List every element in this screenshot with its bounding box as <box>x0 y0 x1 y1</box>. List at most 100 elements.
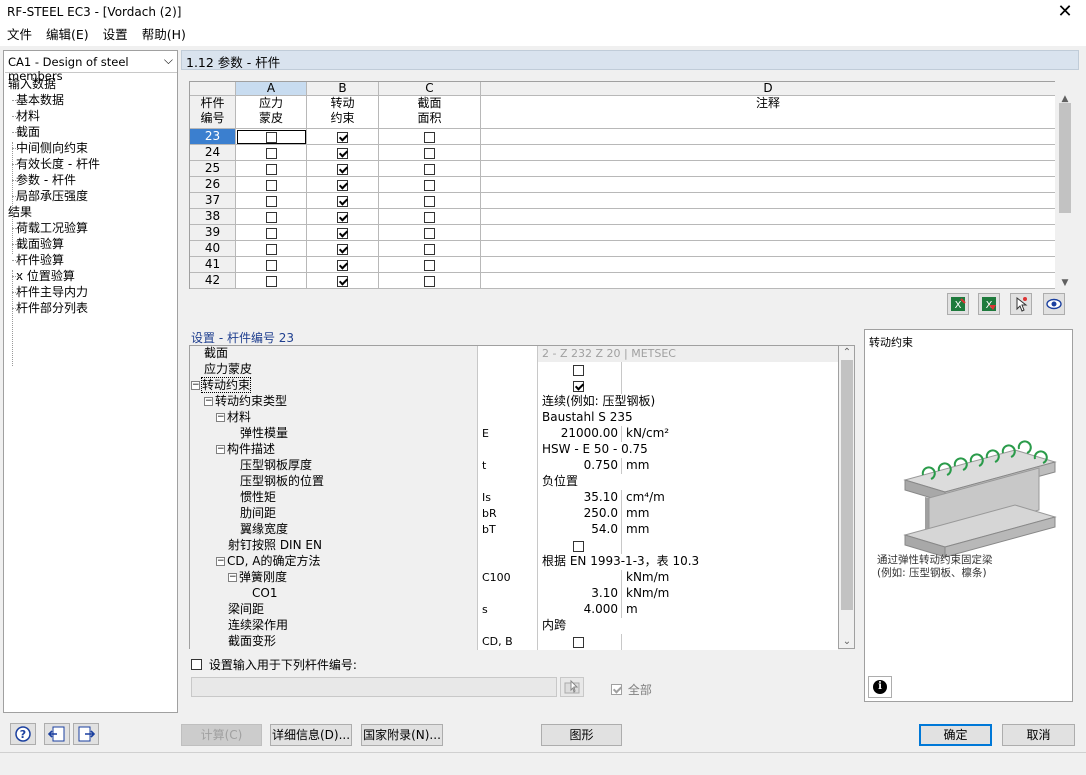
scroll-down-icon[interactable]: ▼ <box>1057 278 1073 288</box>
checkbox-a[interactable] <box>265 228 277 239</box>
comment-cell[interactable] <box>481 209 1055 225</box>
checkbox-a[interactable] <box>265 244 277 255</box>
excel-export-icon[interactable]: X <box>947 293 969 315</box>
checkbox-a[interactable] <box>265 276 277 287</box>
checkbox-b[interactable] <box>337 212 348 223</box>
checkbox-a[interactable] <box>265 260 277 271</box>
apply-to-members-checkbox[interactable] <box>191 659 202 670</box>
info-button[interactable]: i <box>868 676 892 698</box>
property-checkbox[interactable] <box>572 365 584 376</box>
checkbox-a[interactable] <box>265 212 277 223</box>
checkbox-c[interactable] <box>424 196 435 207</box>
tree-item-design-by-member[interactable]: 杆件验算 <box>11 252 64 268</box>
excel-import-icon[interactable]: X <box>978 293 1000 315</box>
property-checkbox[interactable] <box>572 637 584 648</box>
checkbox-a[interactable] <box>265 164 277 175</box>
row-number[interactable]: 24 <box>190 145 236 161</box>
checkbox-a[interactable] <box>265 148 277 159</box>
apply-members-input[interactable] <box>191 677 557 697</box>
tree-item-parameters-members[interactable]: 参数 - 杆件 <box>12 172 76 188</box>
row-number[interactable]: 37 <box>190 193 236 209</box>
checkbox-a[interactable] <box>265 132 277 143</box>
comment-cell[interactable] <box>481 129 1055 145</box>
select-pick-icon[interactable] <box>1010 293 1032 315</box>
checkbox-c[interactable] <box>424 164 435 175</box>
comment-cell[interactable] <box>481 273 1055 289</box>
details-button[interactable]: 详细信息(D)... <box>270 724 352 746</box>
checkbox-b[interactable] <box>337 132 348 143</box>
comment-cell[interactable] <box>481 193 1055 209</box>
checkbox-b[interactable] <box>337 148 348 159</box>
property-value[interactable]: 根据 EN 1993-1-3，表 10.3 <box>538 554 838 570</box>
tree-item-governing-forces[interactable]: 杆件主导内力 <box>11 284 88 300</box>
property-value[interactable]: Baustahl S 235 <box>538 410 838 426</box>
collapse-icon[interactable]: − <box>216 445 225 454</box>
checkbox-b[interactable] <box>337 196 348 207</box>
checkbox-b[interactable] <box>337 244 348 255</box>
tree-group-input[interactable]: 输入数据 <box>8 76 56 92</box>
row-number[interactable]: 42 <box>190 273 236 289</box>
graphics-button[interactable]: 图形 <box>541 724 622 746</box>
tree-group-results[interactable]: 结果 <box>8 204 32 220</box>
comment-cell[interactable] <box>481 225 1055 241</box>
property-value[interactable]: 负位置 <box>538 474 838 490</box>
checkbox-c[interactable] <box>424 212 435 223</box>
cancel-button[interactable]: 取消 <box>1002 724 1075 746</box>
checkbox-c[interactable] <box>424 276 435 287</box>
checkbox-c[interactable] <box>424 260 435 271</box>
scroll-down-icon[interactable]: ⌄ <box>839 636 855 647</box>
tree-item-design-by-section[interactable]: 截面验算 <box>11 236 64 252</box>
property-value[interactable]: 35.10 <box>538 490 622 506</box>
tree-item-effective-lengths[interactable]: 有效长度 - 杆件 <box>12 156 100 172</box>
menu-edit[interactable]: 编辑(E) <box>39 26 96 44</box>
checkbox-c[interactable] <box>424 132 435 143</box>
checkbox-b[interactable] <box>337 164 348 175</box>
tree-item-local-bearing[interactable]: 局部承压强度 <box>11 188 88 204</box>
tree-item-materials[interactable]: 材料 <box>11 108 40 124</box>
checkbox-b[interactable] <box>337 228 348 239</box>
table-scrollbar[interactable]: ▲ ▼ <box>1057 94 1073 288</box>
column-letter-c[interactable]: C <box>379 82 481 96</box>
tree-item-design-by-lc[interactable]: 荷载工况验算 <box>11 220 88 236</box>
scroll-up-icon[interactable]: ⌃ <box>839 347 855 358</box>
row-number[interactable]: 25 <box>190 161 236 177</box>
property-value[interactable]: 3.10 <box>538 586 622 602</box>
checkbox-b[interactable] <box>337 260 348 271</box>
row-number[interactable]: 23 <box>190 129 236 145</box>
collapse-icon[interactable]: − <box>228 573 237 582</box>
menu-file[interactable]: 文件 <box>0 26 39 44</box>
view-eye-icon[interactable] <box>1043 293 1065 315</box>
property-value[interactable]: 4.000 <box>538 602 622 618</box>
checkbox-a[interactable] <box>265 196 277 207</box>
column-letter-b[interactable]: B <box>307 82 379 96</box>
comment-cell[interactable] <box>481 241 1055 257</box>
checkbox-b[interactable] <box>337 180 348 191</box>
row-number[interactable]: 39 <box>190 225 236 241</box>
property-value[interactable]: 250.0 <box>538 506 622 522</box>
menu-help[interactable]: 帮助(H) <box>135 26 193 44</box>
comment-cell[interactable] <box>481 257 1055 273</box>
settings-scrollbar[interactable]: ⌃ ⌄ <box>839 345 855 649</box>
property-value[interactable] <box>538 570 622 586</box>
collapse-icon[interactable]: − <box>204 397 213 406</box>
property-value[interactable]: 连续(例如: 压型钢板) <box>538 394 838 410</box>
row-number[interactable]: 38 <box>190 209 236 225</box>
row-number[interactable]: 40 <box>190 241 236 257</box>
ok-button[interactable]: 确定 <box>919 724 992 746</box>
checkbox-c[interactable] <box>424 244 435 255</box>
row-number[interactable]: 41 <box>190 257 236 273</box>
all-members-checkbox[interactable] <box>611 684 622 695</box>
comment-cell[interactable] <box>481 145 1055 161</box>
pick-members-icon[interactable] <box>560 677 584 697</box>
tree-item-parts-list[interactable]: 杆件部分列表 <box>11 300 88 316</box>
checkbox-c[interactable] <box>424 148 435 159</box>
scroll-thumb[interactable] <box>1059 103 1071 213</box>
import-button[interactable] <box>44 723 70 745</box>
collapse-icon[interactable]: − <box>216 413 225 422</box>
property-value[interactable]: 21000.00 <box>538 426 622 442</box>
menu-settings[interactable]: 设置 <box>96 26 135 44</box>
checkbox-a[interactable] <box>265 180 277 191</box>
column-letter-d[interactable]: D <box>481 82 1055 96</box>
property-value[interactable]: HSW - E 50 - 0.75 <box>538 442 838 458</box>
tree-item-intermediate-restraints[interactable]: 中间侧向约束 <box>11 140 88 156</box>
